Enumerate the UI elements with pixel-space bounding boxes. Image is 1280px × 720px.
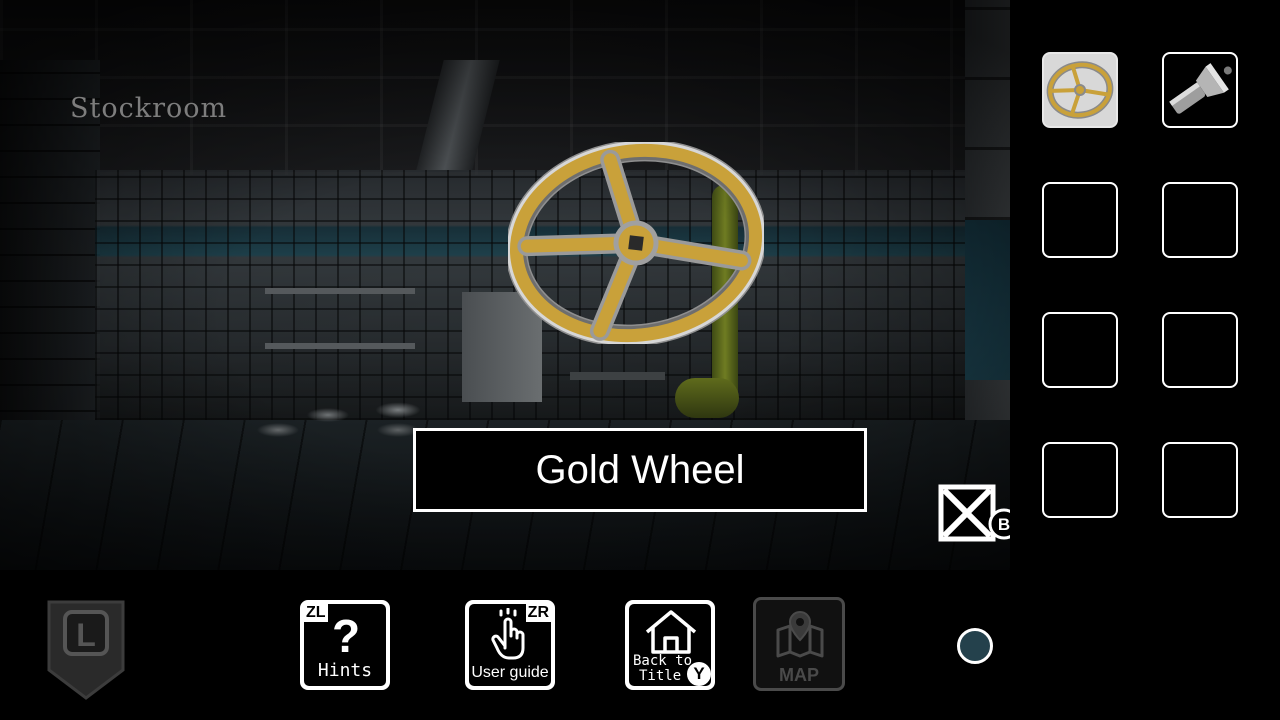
- close-key-label: B: [998, 515, 1010, 534]
- close-item-button[interactable]: B: [938, 484, 1020, 544]
- inventory-panel: [1010, 0, 1280, 570]
- user-guide-key-label: ZR: [525, 604, 551, 622]
- svg-text:?: ?: [332, 612, 360, 658]
- back-key-label: L: [76, 617, 96, 653]
- inventory-slot-2[interactable]: [1162, 52, 1238, 128]
- back-to-title-key-label: Y: [687, 662, 711, 686]
- user-guide-button[interactable]: ZR User guide: [465, 600, 555, 690]
- item-name-banner: Gold Wheel: [413, 428, 867, 512]
- l-key-down-arrow-icon: L: [47, 600, 125, 700]
- user-guide-label: User guide: [471, 664, 549, 681]
- inventory-slot-4[interactable]: [1162, 182, 1238, 258]
- scene-view[interactable]: Stockroom Gold Wheel: [0, 0, 1010, 570]
- hints-key-label: ZL: [304, 604, 328, 622]
- map-button[interactable]: MAP: [753, 597, 845, 691]
- flashlight-icon: [1169, 63, 1232, 114]
- inventory-slot-3[interactable]: [1042, 182, 1118, 258]
- map-label: MAP: [779, 665, 819, 685]
- room-name: Stockroom: [70, 93, 228, 124]
- gold-wheel-item-image: [508, 142, 764, 344]
- inventory-slot-6[interactable]: [1162, 312, 1238, 388]
- back-button[interactable]: L: [45, 598, 127, 702]
- item-name: Gold Wheel: [535, 447, 745, 492]
- gold-wheel-icon: [1046, 61, 1114, 119]
- inventory-slot-1[interactable]: [1042, 52, 1118, 128]
- inventory-slot-5[interactable]: [1042, 312, 1118, 388]
- hints-button[interactable]: ZL ? Hints: [300, 600, 390, 690]
- page-indicator-dot: [957, 628, 993, 664]
- back-to-title-button[interactable]: Back to Title Y: [625, 600, 715, 690]
- question-mark-icon: ?: [332, 612, 360, 658]
- close-x-icon: B: [938, 484, 1020, 542]
- tap-finger-icon: [491, 608, 525, 660]
- hints-label: Hints: [317, 660, 373, 681]
- inventory-slot-7[interactable]: [1042, 442, 1118, 518]
- inventory-slot-8[interactable]: [1162, 442, 1238, 518]
- map-pin-icon: [776, 610, 824, 658]
- home-icon: [645, 610, 697, 654]
